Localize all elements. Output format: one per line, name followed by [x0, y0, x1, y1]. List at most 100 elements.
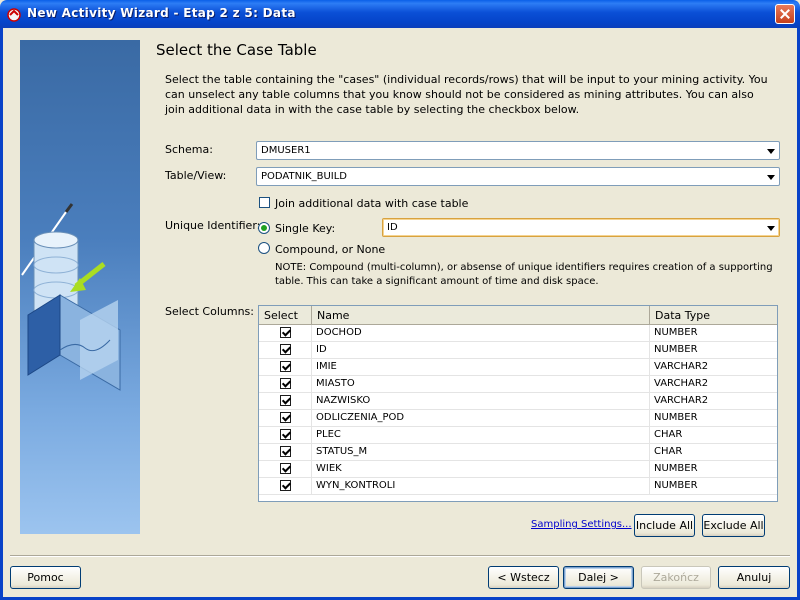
name-cell: WYN_KONTROLI	[312, 478, 650, 494]
row-select-checkbox[interactable]	[280, 395, 291, 406]
select-cell[interactable]	[259, 325, 312, 341]
row-select-checkbox[interactable]	[280, 463, 291, 474]
table-row[interactable]: NAZWISKO VARCHAR2	[259, 393, 777, 410]
column-type: NUMBER	[654, 344, 698, 355]
select-cell[interactable]	[259, 461, 312, 477]
name-cell: STATUS_M	[312, 444, 650, 460]
join-data-label[interactable]: Join additional data with case table	[275, 197, 468, 210]
column-type: NUMBER	[654, 412, 698, 423]
column-type: CHAR	[654, 429, 683, 440]
table-row[interactable]: IMIE VARCHAR2	[259, 359, 777, 376]
page-heading: Select the Case Table	[156, 41, 317, 59]
compound-radio[interactable]	[258, 242, 270, 254]
cancel-button[interactable]: Anuluj	[718, 566, 790, 589]
wizard-side-graphic	[20, 40, 140, 534]
header-name[interactable]: Name	[312, 306, 650, 324]
unique-identifier-label: Unique Identifier:	[165, 219, 261, 232]
column-name: MIASTO	[316, 378, 355, 389]
name-cell: NAZWISKO	[312, 393, 650, 409]
table-row[interactable]: ODLICZENIA_POD NUMBER	[259, 410, 777, 427]
columns-table[interactable]: Select Name Data Type DOCHOD NUMBER ID NUMB…	[258, 305, 778, 502]
column-name: NAZWISKO	[316, 395, 371, 406]
name-cell: IMIE	[312, 359, 650, 375]
select-cell[interactable]	[259, 444, 312, 460]
name-cell: WIEK	[312, 461, 650, 477]
row-select-checkbox[interactable]	[280, 446, 291, 457]
select-cell[interactable]	[259, 393, 312, 409]
table-view-value: PODATNIK_BUILD	[261, 171, 347, 182]
row-select-checkbox[interactable]	[280, 412, 291, 423]
column-type: NUMBER	[654, 463, 698, 474]
join-data-checkbox[interactable]	[259, 197, 270, 208]
column-type: VARCHAR2	[654, 361, 709, 372]
window-frame-left	[0, 28, 3, 600]
exclude-all-button[interactable]: Exclude All	[702, 514, 765, 537]
header-data-type[interactable]: Data Type	[650, 306, 777, 324]
type-cell: CHAR	[650, 427, 777, 443]
select-cell[interactable]	[259, 359, 312, 375]
close-icon[interactable]	[775, 4, 795, 24]
type-cell: NUMBER	[650, 478, 777, 494]
type-cell: NUMBER	[650, 342, 777, 358]
database-illustration-icon	[21, 203, 121, 391]
column-name: WYN_KONTROLI	[316, 480, 396, 491]
row-select-checkbox[interactable]	[280, 361, 291, 372]
row-select-checkbox[interactable]	[280, 378, 291, 389]
chevron-down-icon	[767, 149, 775, 154]
chevron-down-icon	[767, 175, 775, 180]
column-name: STATUS_M	[316, 446, 368, 457]
row-select-checkbox[interactable]	[280, 344, 291, 355]
select-columns-label: Select Columns:	[165, 305, 254, 318]
select-cell[interactable]	[259, 427, 312, 443]
column-type: VARCHAR2	[654, 395, 709, 406]
column-name: ODLICZENIA_POD	[316, 412, 405, 423]
single-key-radio[interactable]	[258, 222, 270, 234]
single-key-dropdown[interactable]: ID	[382, 218, 780, 237]
table-row[interactable]: PLEC CHAR	[259, 427, 777, 444]
wizard-window: New Activity Wizard - Etap 2 z 5: Data S…	[0, 0, 800, 600]
single-key-value: ID	[387, 222, 398, 233]
footer-separator	[10, 555, 790, 557]
table-row[interactable]: MIASTO VARCHAR2	[259, 376, 777, 393]
select-cell[interactable]	[259, 478, 312, 494]
name-cell: MIASTO	[312, 376, 650, 392]
chevron-down-icon	[767, 226, 775, 231]
type-cell: VARCHAR2	[650, 376, 777, 392]
column-name: ID	[316, 344, 327, 355]
row-select-checkbox[interactable]	[280, 429, 291, 440]
table-row[interactable]: STATUS_M CHAR	[259, 444, 777, 461]
table-row[interactable]: ID NUMBER	[259, 342, 777, 359]
help-button[interactable]: Pomoc	[10, 566, 81, 589]
header-select[interactable]: Select	[259, 306, 312, 324]
name-cell: ODLICZENIA_POD	[312, 410, 650, 426]
type-cell: CHAR	[650, 444, 777, 460]
table-row[interactable]: WIEK NUMBER	[259, 461, 777, 478]
column-type: VARCHAR2	[654, 378, 709, 389]
row-select-checkbox[interactable]	[280, 480, 291, 491]
compound-note: NOTE: Compound (multi-column), or absens…	[275, 262, 773, 287]
sampling-settings-link[interactable]: Sampling Settings...	[531, 519, 632, 530]
next-button[interactable]: Dalej >	[563, 566, 634, 589]
single-key-label[interactable]: Single Key:	[275, 222, 335, 235]
finish-button: Zakończ	[641, 566, 711, 589]
compound-label[interactable]: Compound, or None	[275, 243, 385, 256]
column-name: DOCHOD	[316, 327, 362, 338]
name-cell: PLEC	[312, 427, 650, 443]
window-title: New Activity Wizard - Etap 2 z 5: Data	[27, 6, 296, 20]
title-bar[interactable]: New Activity Wizard - Etap 2 z 5: Data	[0, 0, 800, 28]
select-cell[interactable]	[259, 410, 312, 426]
name-cell: DOCHOD	[312, 325, 650, 341]
type-cell: VARCHAR2	[650, 359, 777, 375]
type-cell: NUMBER	[650, 410, 777, 426]
table-row[interactable]: WYN_KONTROLI NUMBER	[259, 478, 777, 495]
back-button[interactable]: < Wstecz	[488, 566, 559, 589]
table-view-dropdown[interactable]: PODATNIK_BUILD	[256, 167, 780, 186]
row-select-checkbox[interactable]	[280, 327, 291, 338]
table-row[interactable]: DOCHOD NUMBER	[259, 325, 777, 342]
select-cell[interactable]	[259, 376, 312, 392]
schema-value: DMUSER1	[261, 145, 311, 156]
select-cell[interactable]	[259, 342, 312, 358]
column-type: NUMBER	[654, 327, 698, 338]
include-all-button[interactable]: Include All	[634, 514, 695, 537]
schema-dropdown[interactable]: DMUSER1	[256, 141, 780, 160]
